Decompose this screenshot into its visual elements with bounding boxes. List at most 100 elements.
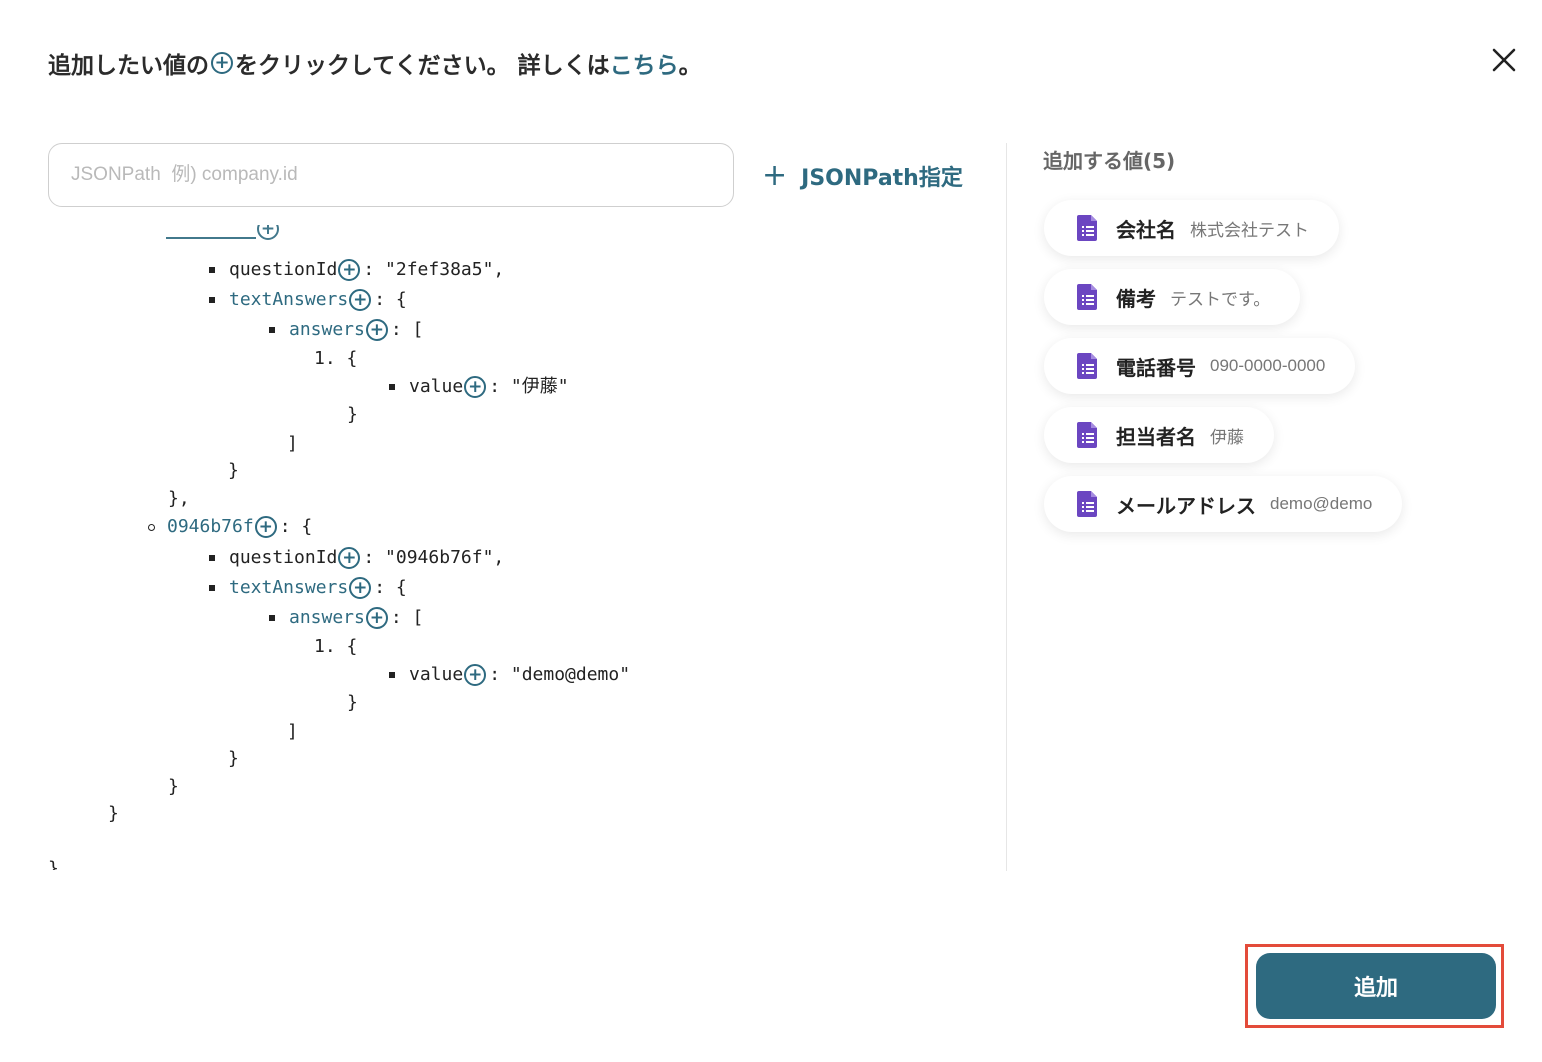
chip-label: メールアドレス <box>1116 493 1256 518</box>
tree-text: } <box>228 460 239 481</box>
chip-value: 伊藤 <box>1210 427 1244 447</box>
tree-text: } <box>48 858 59 870</box>
tree-key[interactable]: answers <box>289 316 365 344</box>
instruction-text-2: をクリックしてください。 詳しくは <box>235 53 610 79</box>
tree-row: ] <box>287 718 298 746</box>
jsonpath-specify-label: JSONPath指定 <box>801 166 963 191</box>
add-value-icon[interactable]: + <box>254 516 277 538</box>
tree-row: value + : "demo@demo" <box>389 661 630 689</box>
added-values-title: 追加する値(5) <box>1043 149 1176 173</box>
added-value-chip[interactable]: 会社名 株式会社テスト <box>1044 200 1339 256</box>
tree-text: } <box>108 803 119 824</box>
tree-key[interactable]: textAnswers <box>229 286 348 314</box>
tree-value: : { <box>374 577 407 598</box>
tree-text: } <box>168 776 179 797</box>
close-button[interactable] <box>1488 44 1520 76</box>
tree-row: }, <box>168 485 190 513</box>
tree-row: } <box>228 745 239 773</box>
instruction-period: 。 <box>678 53 702 79</box>
add-value-icon[interactable]: + <box>464 376 487 398</box>
tree-key[interactable]: textAnswers <box>229 574 348 602</box>
add-value-icon[interactable]: + <box>349 577 372 599</box>
added-value-chip[interactable]: 電話番号 090-0000-0000 <box>1044 338 1356 394</box>
instruction-text: 追加したい値の <box>48 53 209 79</box>
tree-row: } <box>347 401 358 429</box>
tree-value: : [ <box>390 319 424 340</box>
form-doc-icon <box>1077 215 1097 241</box>
tree-key: questionId <box>229 259 338 280</box>
tree-text: 1. { <box>314 636 358 657</box>
tree-text: ] <box>287 721 298 742</box>
tree-row: questionId + : "2fef38a5", <box>209 256 504 284</box>
tree-text: ] <box>287 433 298 454</box>
jsonpath-search-input[interactable] <box>48 143 734 207</box>
bullet-icon <box>209 585 215 591</box>
tree-text: 1. { <box>314 348 358 369</box>
help-link[interactable]: こちら <box>610 46 679 80</box>
tree-key: questionId <box>229 547 338 568</box>
form-doc-icon <box>1077 284 1097 310</box>
plus-icon: + <box>762 158 788 193</box>
chip-label: 電話番号 <box>1116 355 1196 380</box>
jsonpath-specify-button[interactable]: + JSONPath指定 <box>762 158 963 194</box>
chip-label: 担当者名 <box>1116 424 1196 449</box>
panel-divider <box>1006 143 1007 871</box>
tree-row: textAnswers + : { <box>209 286 407 314</box>
tree-row: } <box>108 800 119 828</box>
tree-value: : "demo@demo" <box>489 664 631 685</box>
add-value-icon[interactable]: + <box>349 289 372 311</box>
chip-value: 株式会社テスト <box>1190 220 1309 240</box>
add-submit-button[interactable]: 追加 <box>1256 953 1496 1019</box>
tree-row: value + : "伊藤" <box>389 373 569 401</box>
tree-value: : "2fef38a5", <box>363 259 505 280</box>
add-value-icon[interactable]: + <box>338 259 361 281</box>
form-doc-icon <box>1077 491 1097 517</box>
tree-row: } <box>347 689 358 717</box>
add-value-icon[interactable]: + <box>464 664 487 686</box>
tree-row: questionId + : "0946b76f", <box>209 544 504 572</box>
tree-value: : "0946b76f", <box>363 547 505 568</box>
tree-key[interactable]: answers <box>289 604 365 632</box>
form-doc-icon <box>1077 353 1097 379</box>
chip-label: 会社名 <box>1116 217 1176 242</box>
close-icon <box>1492 48 1516 72</box>
tree-text: } <box>347 404 358 425</box>
tree-text: } <box>347 692 358 713</box>
added-value-chip[interactable]: メールアドレス demo@demo <box>1044 476 1403 532</box>
chip-value: demo@demo <box>1270 494 1373 513</box>
plus-circle-icon: + <box>211 52 233 74</box>
tree-key[interactable]: 0946b76f <box>167 513 254 541</box>
tree-row: 1. { <box>314 345 357 373</box>
tree-text: } <box>228 748 239 769</box>
add-value-icon[interactable]: + <box>365 607 388 629</box>
added-value-chip[interactable]: 担当者名 伊藤 <box>1044 407 1274 463</box>
add-value-icon[interactable]: + <box>257 225 279 240</box>
add-value-icon[interactable]: + <box>338 547 361 569</box>
tree-row: } <box>228 457 239 485</box>
bullet-icon <box>209 297 215 303</box>
bullet-icon <box>269 615 275 621</box>
chip-label: 備考 <box>1116 286 1156 311</box>
chip-value: 090-0000-0000 <box>1210 356 1326 375</box>
bullet-icon <box>389 672 395 678</box>
json-tree: + questionId + : "2fef38a5", textAnswers… <box>0 225 990 870</box>
circle-bullet-icon <box>148 523 155 531</box>
bullet-icon <box>269 327 275 333</box>
add-value-icon[interactable]: + <box>365 319 388 341</box>
tree-row: answers + : [ <box>269 604 423 632</box>
tree-row: } <box>48 855 59 870</box>
tree-row: answers + : [ <box>269 316 423 344</box>
tree-value: : "伊藤" <box>489 376 569 397</box>
tree-key: value <box>409 664 464 685</box>
added-value-chip[interactable]: 備考 テストです。 <box>1044 269 1301 325</box>
tree-row: ] <box>287 430 298 458</box>
form-doc-icon <box>1077 422 1097 448</box>
tree-key: value <box>409 376 464 397</box>
tree-text: }, <box>168 488 190 509</box>
tree-row: 1. { <box>314 633 357 661</box>
tree-value: : [ <box>390 607 424 628</box>
tree-value: : { <box>279 516 313 537</box>
bullet-icon <box>209 555 215 561</box>
tree-value: : { <box>374 289 407 310</box>
bullet-icon <box>209 267 215 273</box>
